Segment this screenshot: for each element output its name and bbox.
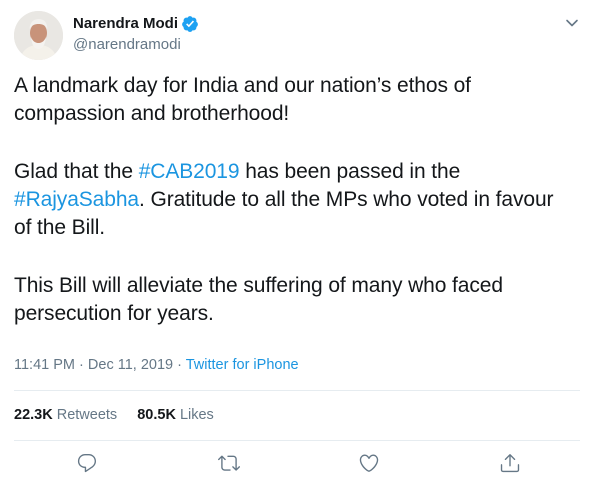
tweet-header: Narendra Modi @narendramodi — [14, 11, 584, 63]
hashtag-link-cab2019[interactable]: #CAB2019 — [139, 160, 240, 183]
tweet-text-segment: has been passed in the — [239, 160, 461, 183]
retweets-count: 22.3K — [14, 407, 53, 423]
tweet-card: Narendra Modi @narendramodi A landmark d… — [0, 0, 593, 486]
hashtag-link-rajyasabha[interactable]: #RajyaSabha — [14, 188, 139, 211]
heart-icon[interactable] — [358, 452, 380, 474]
chevron-down-icon[interactable] — [564, 15, 580, 31]
tweet-date[interactable]: Dec 11, 2019 — [88, 357, 173, 373]
share-icon[interactable] — [499, 452, 521, 474]
avatar[interactable] — [14, 11, 63, 60]
tweet-actions — [0, 452, 593, 476]
meta-separator: · — [79, 357, 84, 373]
tweet-time[interactable]: 11:41 PM — [14, 357, 75, 373]
retweets-label: Retweets — [56, 407, 118, 423]
meta-separator: · — [177, 357, 182, 373]
tweet-stats: 22.3K Retweets 80.5K Likes — [14, 405, 230, 425]
tweet-paragraph-3: This Bill will alleviate the suffering o… — [14, 274, 503, 325]
tweet-paragraph-1: A landmark day for India and our nation’… — [14, 74, 471, 125]
divider — [14, 440, 580, 441]
tweet-text-segment: Glad that the — [14, 160, 139, 183]
likes-stat[interactable]: 80.5K Likes — [137, 407, 214, 423]
verified-badge-icon — [181, 15, 199, 33]
author-handle[interactable]: @narendramodi — [73, 35, 199, 55]
avatar-image — [14, 11, 63, 60]
retweet-icon[interactable] — [218, 452, 240, 474]
author-display-name[interactable]: Narendra Modi — [73, 14, 178, 34]
tweet-paragraph-2: Glad that the #CAB2019 has been passed i… — [14, 158, 574, 242]
retweets-stat[interactable]: 22.3K Retweets — [14, 407, 121, 423]
tweet-source-link[interactable]: Twitter for iPhone — [186, 357, 299, 373]
tweet-meta: 11:41 PM · Dec 11, 2019 · Twitter for iP… — [14, 355, 299, 375]
reply-icon[interactable] — [76, 452, 98, 474]
tweet-text: A landmark day for India and our nation’… — [14, 72, 574, 328]
divider — [14, 390, 580, 391]
likes-count: 80.5K — [137, 407, 176, 423]
author-names: Narendra Modi @narendramodi — [73, 14, 199, 55]
likes-label: Likes — [179, 407, 214, 423]
author-display-name-row[interactable]: Narendra Modi — [73, 14, 199, 34]
